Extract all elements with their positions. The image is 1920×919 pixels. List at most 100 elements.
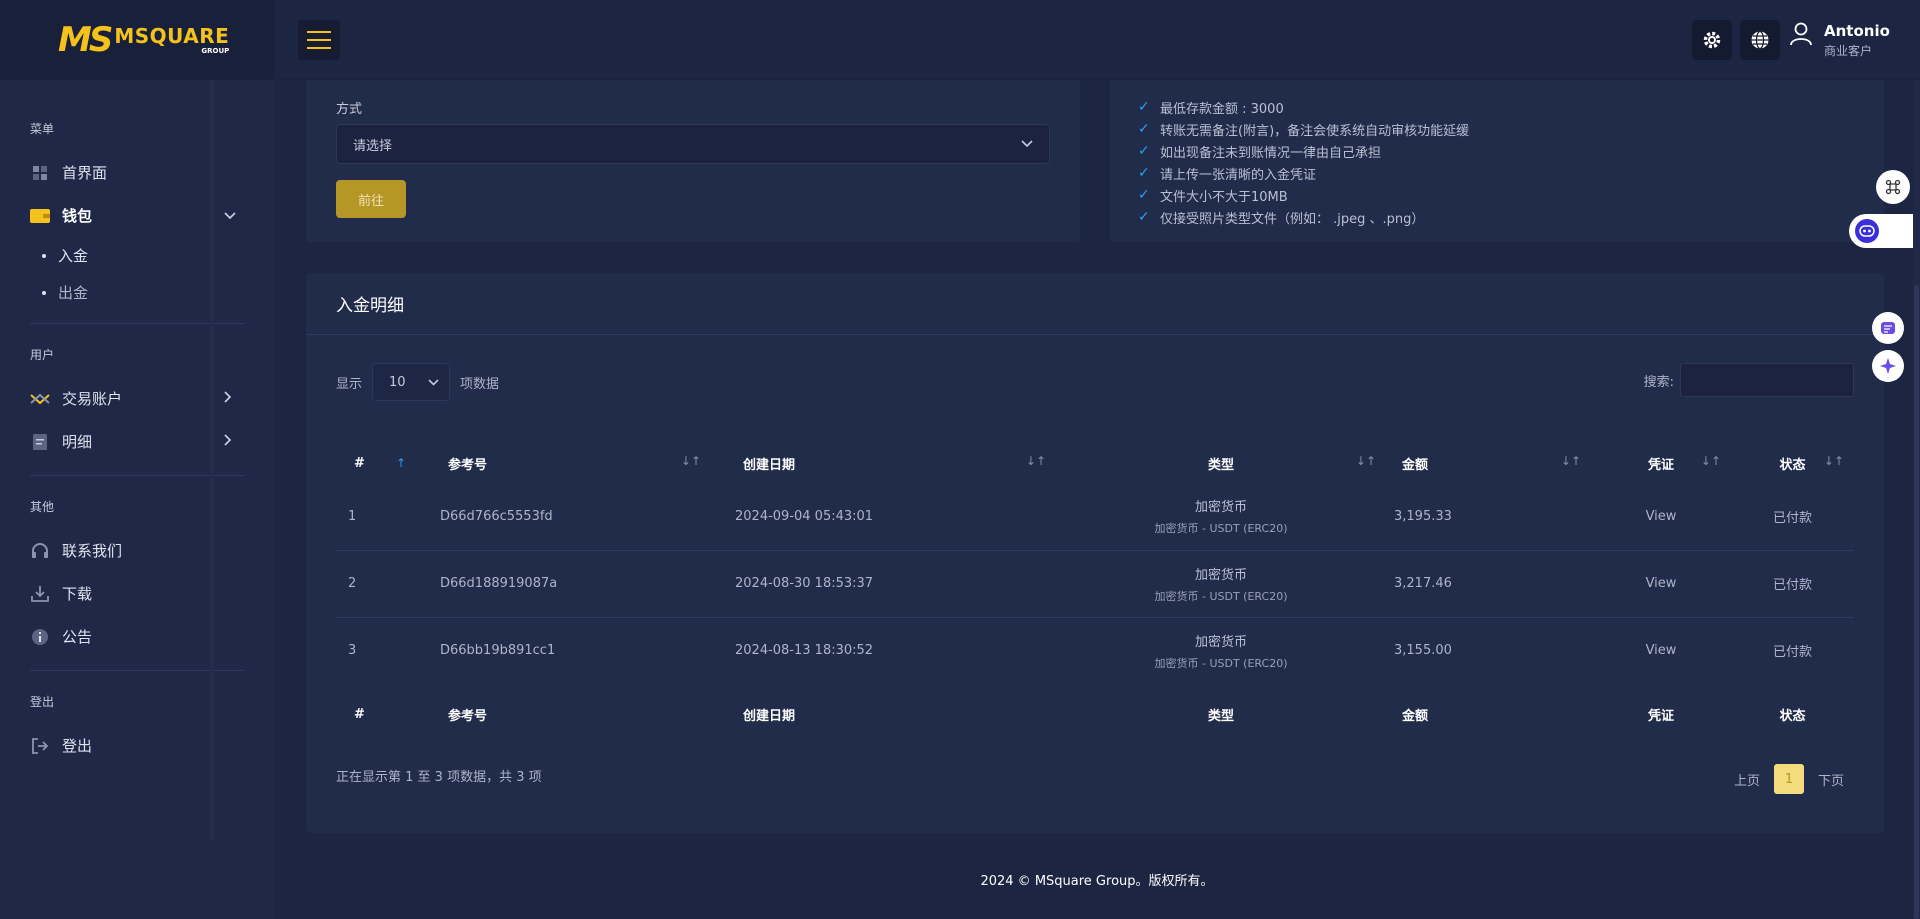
- cell-date: 2024-08-30 18:53:37: [711, 550, 1056, 618]
- chevron-down-icon: [428, 376, 439, 389]
- cell-num: 1: [336, 483, 416, 551]
- footer-header-num: #: [354, 706, 365, 722]
- cell-ref: D66d766c5553fd: [416, 483, 711, 551]
- sidebar-item-label: 联系我们: [62, 542, 123, 560]
- table-search: 搜索:: [1644, 363, 1854, 397]
- dashboard-icon: [30, 163, 50, 183]
- page-scrollbar-thumb[interactable]: [1914, 285, 1919, 919]
- check-icon: ✓: [1138, 121, 1150, 137]
- sidebar-item-details[interactable]: 明细: [0, 420, 274, 463]
- sidebar-item-logout[interactable]: 登出: [0, 724, 274, 767]
- sidebar-item-contact[interactable]: 联系我们: [0, 529, 274, 572]
- column-header-amount[interactable]: 金额 ↓↑: [1386, 443, 1591, 483]
- sidebar-item-trading-accounts[interactable]: 交易账户: [0, 377, 274, 420]
- cell-amount: 3,217.46: [1386, 550, 1591, 618]
- note-item: ✓ 如出现备注未到账情况一律由自己承担: [1138, 143, 1382, 161]
- document-icon: [30, 432, 50, 452]
- cell-ref: D66d188919087a: [416, 550, 711, 618]
- search-input[interactable]: [1680, 363, 1854, 397]
- cell-date: 2024-09-04 05:43:01: [711, 483, 1056, 551]
- view-voucher-link[interactable]: View: [1591, 550, 1731, 618]
- method-select[interactable]: 请选择: [336, 124, 1050, 164]
- notes-list: ✓ 最低存款金额 : 3000 ✓ 转账无需备注(附言)，备注会使系统自动审核功能延…: [1138, 96, 1469, 228]
- view-voucher-link[interactable]: View: [1591, 617, 1731, 684]
- table-header-row: # ↑ 参考号 ↓↑ 创建日期 ↓↑ 类型 ↓↑ 金额 ↓↑ 凭证 ↓↑ 状态 ↓↑: [336, 443, 1854, 483]
- logo-tagline: GROUP: [201, 46, 230, 55]
- gear-icon[interactable]: [1692, 20, 1732, 60]
- user-icon: [1790, 22, 1814, 52]
- divider: [306, 334, 1884, 335]
- chevron-down-icon: [224, 208, 236, 224]
- cell-type: 加密货币 加密货币 - USDT (ERC20): [1056, 483, 1386, 551]
- user-menu[interactable]: Antonio 商业客户: [1790, 22, 1890, 59]
- sort-icon: ↓↑: [680, 453, 701, 468]
- assistant-face-icon: [1855, 219, 1879, 243]
- sidebar-item-label: 下载: [62, 585, 93, 603]
- deposit-table: # ↑ 参考号 ↓↑ 创建日期 ↓↑ 类型 ↓↑ 金额 ↓↑ 凭证 ↓↑ 状态 ↓↑ 1 D6…: [336, 443, 1854, 744]
- footer-header-ref: 参考号: [448, 708, 488, 724]
- assistant-widget[interactable]: [1849, 214, 1920, 248]
- page-button-current[interactable]: 1: [1773, 764, 1804, 794]
- top-header: Antonio 商业客户: [274, 0, 1920, 80]
- next-page-button[interactable]: 下页: [1814, 766, 1848, 793]
- search-label: 搜索:: [1643, 374, 1674, 390]
- sort-asc-icon: ↑: [395, 455, 406, 470]
- column-header-type[interactable]: 类型 ↓↑: [1056, 443, 1386, 483]
- cell-date: 2024-08-13 18:30:52: [735, 643, 874, 659]
- sidebar-item-wallet[interactable]: 钱包: [0, 194, 274, 237]
- page-length-select[interactable]: 10: [372, 363, 451, 401]
- hamburger-icon[interactable]: [298, 20, 340, 60]
- user-name: Antonio: [1824, 22, 1890, 40]
- translate-icon[interactable]: [1872, 312, 1904, 344]
- check-icon: ✓: [1138, 209, 1150, 225]
- submit-button[interactable]: 前往: [336, 180, 406, 218]
- sort-icon: ↓↑: [1823, 453, 1844, 468]
- sparkle-icon[interactable]: [1872, 350, 1904, 382]
- table-info: 正在显示第 1 至 3 项数据，共 3 项: [336, 770, 542, 785]
- sidebar-item-label: 首界面: [62, 164, 108, 182]
- prev-page-button[interactable]: 上页: [1730, 766, 1764, 793]
- page-length-control: 显示 10 项数据: [336, 363, 499, 401]
- sidebar-subitem-deposit[interactable]: 入金: [0, 237, 274, 274]
- note-item: ✓ 转账无需备注(附言)，备注会使系统自动审核功能延缓: [1138, 121, 1470, 139]
- user-role: 商业客户: [1824, 44, 1873, 58]
- logo[interactable]: MS MSQUARE GROUP: [0, 0, 274, 80]
- footer-header-amount: 金额: [1402, 708, 1429, 724]
- sidebar-subitem-label: 出金: [58, 284, 89, 302]
- cell-amount: 3,195.33: [1386, 483, 1591, 551]
- sidebar-item-label: 钱包: [62, 207, 93, 225]
- sidebar-item-dashboard[interactable]: 首界面: [0, 151, 274, 194]
- deposit-history-card: 入金明细 显示 10 项数据 搜索: # ↑ 参考号 ↓↑ 创建日期 ↓↑ 类型 ↓↑ …: [306, 273, 1884, 833]
- wallet-icon: [30, 206, 50, 226]
- logout-icon: [30, 736, 50, 756]
- command-icon[interactable]: [1876, 170, 1910, 204]
- footer-header-status: 状态: [1779, 708, 1806, 724]
- column-header-ref[interactable]: 参考号 ↓↑: [416, 443, 711, 483]
- sidebar-item-notice[interactable]: 公告: [0, 615, 274, 658]
- sidebar-item-download[interactable]: 下载: [0, 572, 274, 615]
- table-title: 入金明细: [336, 296, 404, 316]
- method-label: 方式: [336, 102, 363, 117]
- view-voucher-link[interactable]: View: [1591, 483, 1731, 551]
- column-header-num[interactable]: # ↑: [336, 443, 416, 483]
- pagination: 上页 1 下页: [1730, 764, 1848, 794]
- check-icon: ✓: [1138, 143, 1150, 159]
- logo-mark: MS: [58, 20, 113, 60]
- chevron-right-icon: [224, 390, 232, 407]
- sidebar-item-label: 明细: [62, 433, 93, 451]
- nav-section-logout: 登出: [30, 695, 55, 709]
- note-item: ✓ 仅接受照片类型文件（例如： .jpeg 、.png）: [1138, 209, 1425, 227]
- column-header-date[interactable]: 创建日期 ↓↑: [711, 443, 1056, 483]
- cell-num: 3: [348, 643, 357, 659]
- sort-icon: ↓↑: [1025, 453, 1046, 468]
- column-header-voucher[interactable]: 凭证 ↓↑: [1591, 443, 1731, 483]
- cell-status: 已付款: [1731, 550, 1854, 618]
- sort-icon: ↓↑: [1700, 453, 1721, 468]
- check-icon: ✓: [1138, 99, 1150, 115]
- globe-icon[interactable]: [1740, 20, 1780, 60]
- sidebar-item-label: 交易账户: [62, 390, 123, 408]
- bullet-icon: [42, 290, 46, 295]
- sidebar-subitem-withdraw[interactable]: 出金: [0, 274, 274, 311]
- table-row: 1 D66d766c5553fd 2024-09-04 05:43:01 加密货…: [336, 483, 1854, 551]
- column-header-status[interactable]: 状态 ↓↑: [1731, 443, 1854, 483]
